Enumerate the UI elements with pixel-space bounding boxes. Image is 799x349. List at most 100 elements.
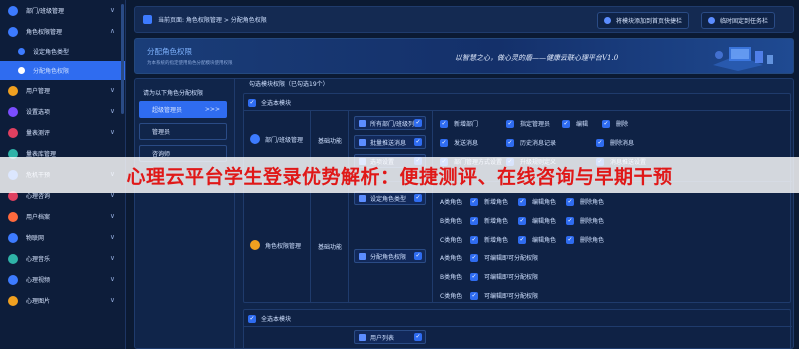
module-department: 部门/班级管理 (250, 134, 303, 144)
permission-checkbox[interactable]: ✓ (566, 216, 574, 225)
sidebar-item[interactable]: 量表测评 ∨ (0, 122, 125, 143)
sidebar-item[interactable]: 心理图片 ∨ (0, 290, 125, 311)
permission-option[interactable]: ✓ 编辑角色 (518, 197, 556, 206)
module-section-1: ✓ 全选本模块 部门/班级管理 基础功能 所有部门/班级列表 ✓ ✓ 新增部门 ✓ 指定管… (243, 93, 792, 303)
select-all-checkbox[interactable]: ✓ (248, 314, 256, 323)
permission-label: 删除 (616, 121, 629, 128)
module-name: 部门/班级管理 (265, 136, 304, 144)
chevron-icon: ∨ (109, 275, 115, 283)
permission-label: 可编辑即可分配权限 (484, 274, 539, 281)
permission-option[interactable]: ✓ 编辑 (562, 119, 588, 128)
permission-checkbox[interactable]: ✓ (518, 216, 526, 225)
permission-label: 指定管理员 (520, 121, 551, 128)
select-all-module-1[interactable]: ✓ 全选本模块 (248, 98, 291, 107)
permission-option[interactable]: ✓ 发送消息 (440, 138, 478, 147)
permission-option[interactable]: ✓ 删除 (602, 119, 628, 128)
permission-option[interactable]: ✓ 删除角色 (566, 216, 604, 225)
permission-checkbox[interactable]: ✓ (440, 138, 448, 147)
sidebar-item[interactable]: 用户档案 ∨ (0, 206, 125, 227)
l2-checkbox[interactable]: ✓ (414, 333, 422, 341)
permission-label: 编辑 (576, 121, 589, 128)
sidebar-item[interactable]: 心理音乐 ∨ (0, 248, 125, 269)
sidebar-item[interactable]: 心理视频 ∨ (0, 269, 125, 290)
permission-option[interactable]: ✓ 编辑角色 (518, 216, 556, 225)
module-icon (8, 127, 18, 138)
permission-option[interactable]: ✓ 新增角色 (470, 235, 508, 244)
add-to-home-button[interactable]: 将模块添加到首页快捷栏 (597, 12, 690, 29)
divider (310, 111, 311, 303)
permission-checkbox[interactable]: ✓ (562, 119, 570, 128)
permission-option[interactable]: ✓ 编辑角色 (518, 235, 556, 244)
sidebar-item-label: 角色权限管理 (26, 29, 63, 36)
module-role: 角色权限管理 (250, 240, 301, 250)
permission-checkbox[interactable]: ✓ (470, 253, 478, 262)
l2-checkbox[interactable]: ✓ (414, 252, 422, 260)
permission-checkbox[interactable]: ✓ (506, 138, 514, 147)
l2-checkbox[interactable]: ✓ (414, 194, 422, 202)
list-icon (359, 138, 366, 146)
role-item[interactable]: 管理员 (139, 123, 227, 140)
permission-label: 新增角色 (484, 237, 509, 244)
permission-option[interactable]: ✓ 可编辑即可分配权限 (470, 253, 538, 262)
role-class-text: B类角色 (440, 274, 463, 281)
pin-to-taskbar-button[interactable]: 临时固定到任务栏 (701, 12, 776, 29)
module-icon (8, 85, 18, 96)
l2-user-list: 用户列表 ✓ (354, 330, 426, 344)
permission-option[interactable]: ✓ 删除角色 (566, 235, 604, 244)
sidebar-item[interactable]: 用户管理 ∨ (0, 80, 125, 101)
permission-checkbox[interactable]: ✓ (518, 235, 526, 244)
permission-option[interactable]: ✓ 新增角色 (470, 216, 508, 225)
permission-checkbox[interactable]: ✓ (440, 119, 448, 128)
sidebar-item-label: 设置选项 (26, 109, 51, 116)
select-all-label: 全选本模块 (261, 100, 292, 107)
permission-checkbox[interactable]: ✓ (470, 272, 478, 281)
permission-checkbox[interactable]: ✓ (566, 197, 574, 206)
permission-label: 发送消息 (454, 140, 479, 147)
role-class-label: C类角色 (440, 291, 462, 300)
role-class-label: A类角色 (440, 197, 462, 206)
l2-checkbox[interactable]: ✓ (414, 119, 422, 127)
select-all-module-2[interactable]: ✓ 全选本模块 (248, 314, 291, 323)
role-list: 请为以下角色分配权限 超级管理员 >>> 管理员 咨询师 (135, 79, 235, 348)
permission-checkbox[interactable]: ✓ (470, 216, 478, 225)
permission-option[interactable]: ✓ 新增角色 (470, 197, 508, 206)
sidebar-item[interactable]: 角色权限管理 ∧ (0, 21, 125, 42)
permission-checkbox[interactable]: ✓ (518, 197, 526, 206)
select-all-checkbox[interactable]: ✓ (248, 98, 256, 107)
role-label: 管理员 (152, 129, 171, 136)
permission-option[interactable]: ✓ 可编辑即可分配权限 (470, 272, 538, 281)
permission-label: 可编辑即可分配权限 (484, 293, 539, 300)
sidebar-item[interactable]: 物联网 ∨ (0, 227, 125, 248)
l2-label: 批量推送消息 (370, 139, 407, 147)
role-item[interactable]: 超级管理员 >>> (139, 101, 227, 118)
permission-option[interactable]: ✓ 删除消息 (596, 138, 634, 147)
role-class-text: A类角色 (440, 199, 463, 206)
module-icon (8, 295, 18, 306)
l2-checkbox[interactable]: ✓ (414, 138, 422, 146)
sidebar-subitem[interactable]: 设定角色类型 (0, 42, 125, 61)
permission-option[interactable]: ✓ 新增部门 (440, 119, 478, 128)
permission-checkbox[interactable]: ✓ (470, 197, 478, 206)
bullet-icon (18, 48, 25, 55)
permission-checkbox[interactable]: ✓ (596, 138, 604, 147)
permission-label: 新增角色 (484, 199, 509, 206)
sidebar-subitem-label: 设定角色类型 (33, 49, 70, 56)
breadcrumb: 当前页面: 角色权限管理 > 分配角色权限 (143, 15, 267, 24)
permission-checkbox[interactable]: ✓ (566, 235, 574, 244)
permission-label: 删除角色 (580, 218, 605, 225)
permission-checkbox[interactable]: ✓ (506, 119, 514, 128)
module-icon (8, 5, 18, 16)
sidebar-item[interactable]: 设置选项 ∨ (0, 101, 125, 122)
permission-option[interactable]: ✓ 删除角色 (566, 197, 604, 206)
permission-option[interactable]: ✓ 指定管理员 (506, 119, 550, 128)
permission-label: 删除角色 (580, 237, 605, 244)
permission-checkbox[interactable]: ✓ (470, 291, 478, 300)
role-class-text: A类角色 (440, 255, 463, 262)
sidebar-item[interactable]: 部门/班级管理 ∨ (0, 0, 125, 21)
sidebar-subitem[interactable]: 分配角色权限 (0, 61, 125, 80)
permission-checkbox[interactable]: ✓ (470, 235, 478, 244)
permission-option[interactable]: ✓ 历史消息记录 (506, 138, 556, 147)
l2-label: 用户列表 (370, 334, 395, 342)
permission-option[interactable]: ✓ 可编辑即可分配权限 (470, 291, 538, 300)
permission-checkbox[interactable]: ✓ (602, 119, 610, 128)
